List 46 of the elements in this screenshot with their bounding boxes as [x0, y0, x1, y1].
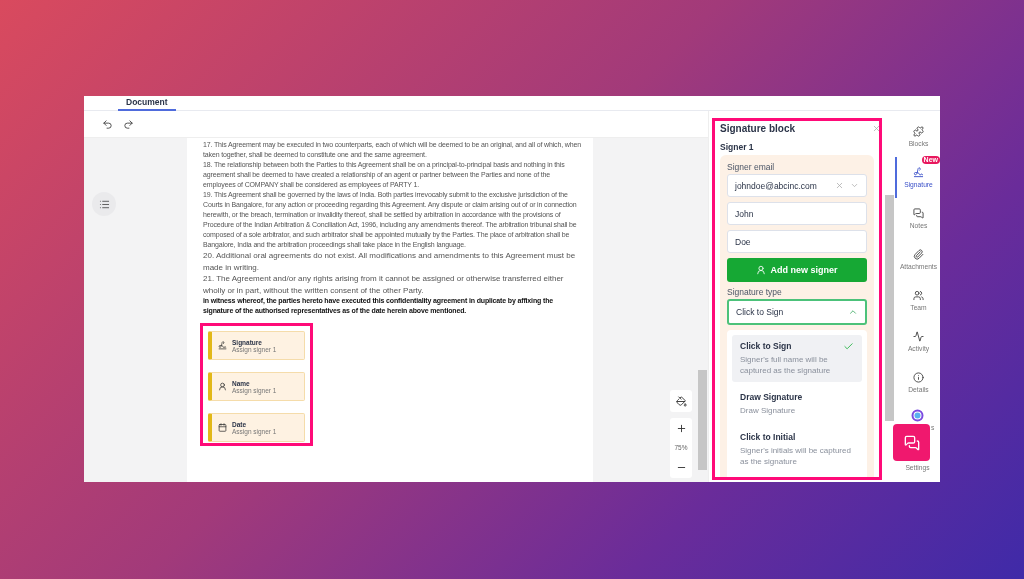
chat-button[interactable]: [893, 424, 930, 461]
signature-option[interactable]: Click to Initial Signer's initials will be captured as the signature: [732, 426, 862, 473]
outline-button[interactable]: [92, 192, 116, 216]
paint-bucket-icon: [675, 395, 687, 407]
document-tab[interactable]: Document: [118, 96, 176, 111]
signature-icon: [913, 167, 924, 178]
scrollbar[interactable]: [698, 370, 707, 470]
panel-title: Signature block: [720, 123, 796, 134]
option-title: Click to Sign: [740, 341, 793, 351]
signature-option[interactable]: Click to Sign Signer's full name will be captured as the signature: [732, 335, 862, 382]
undo-icon[interactable]: [102, 118, 113, 130]
signature-type-select[interactable]: Click to Sign: [727, 299, 867, 325]
chevron-down-icon: [850, 181, 859, 190]
scrollbar[interactable]: [885, 195, 894, 421]
chat-icon: [903, 434, 920, 451]
info-icon: [913, 372, 924, 383]
signature-option[interactable]: Draw Signature Draw Signature: [732, 386, 862, 422]
redo-icon[interactable]: [123, 118, 134, 130]
signature-icon: [218, 341, 227, 350]
option-title: Click to Initial: [740, 432, 797, 442]
calendar-icon: [218, 423, 227, 432]
email-select[interactable]: johndoe@abcinc.com: [727, 174, 867, 197]
first-name-field[interactable]: John: [727, 202, 867, 225]
team-icon: [913, 290, 924, 301]
list-icon: [98, 198, 110, 210]
option-description: Draw Signature: [740, 405, 797, 416]
zoom-in-icon[interactable]: [675, 423, 687, 435]
paint-bucket-button[interactable]: [670, 390, 692, 412]
chevron-up-icon: [848, 307, 858, 317]
field-label: Signer email: [727, 162, 776, 172]
option-title: Draw Signature: [740, 392, 804, 402]
last-name-field[interactable]: Doe: [727, 230, 867, 253]
field-label: Signature type: [727, 287, 783, 297]
clause-text: 20. Additional oral agreements do not exist. All modifications and amendments to this Agreement must be made in writing.: [203, 250, 577, 273]
paperclip-icon: [913, 249, 924, 260]
user-icon: [218, 382, 227, 391]
user-icon: [756, 265, 767, 275]
clause-text: 21. The Agreement and/or any rights arising from it cannot be assigned or otherwise transferred either wholly or in part, without the written consent of the other Party.: [203, 273, 565, 296]
activity-icon: [913, 331, 924, 342]
ring-icon: [911, 409, 924, 422]
puzzle-icon: [913, 126, 924, 137]
option-description: Signer's initials will be captured as the signature: [740, 445, 852, 467]
option-description: Signer's full name will be captured as the signature: [740, 354, 832, 376]
check-icon: [843, 341, 854, 352]
notes-icon: [913, 208, 924, 219]
signer-heading: Signer 1: [720, 142, 755, 152]
